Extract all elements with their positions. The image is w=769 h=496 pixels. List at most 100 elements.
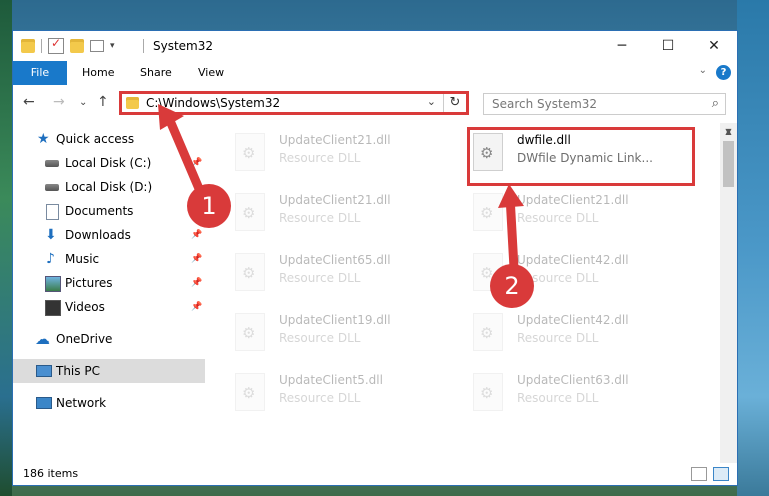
sidebar-item-label: Pictures [65,276,113,290]
search-placeholder: Search System32 [492,97,598,111]
gear-icon: ⚙ [242,264,256,282]
tab-file[interactable]: File [13,61,67,85]
file-name: UpdateClient65.dll [279,253,391,267]
document-icon [46,204,59,220]
up-button[interactable]: ↑ [97,94,109,110]
gear-icon: ⚙ [242,204,256,222]
file-type: Resource DLL [279,391,361,405]
large-icons-view-icon[interactable] [713,467,729,481]
search-icon: ⌕ [711,96,719,111]
file-item[interactable]: ⚙ UpdateClient65.dll Resource DLL [235,249,455,297]
dll-file-icon: ⚙ [473,373,503,411]
file-name: UpdateClient21.dll [279,133,391,147]
dll-file-icon: ⚙ [235,253,265,291]
tab-share[interactable]: Share [128,61,184,85]
pin-icon: 📌 [191,302,203,312]
file-type: Resource DLL [279,271,361,285]
toolbar-divider [41,39,42,53]
sidebar-item-this-pc[interactable]: This PC [13,359,205,383]
file-type: Resource DLL [279,211,361,225]
properties-icon[interactable] [48,36,64,54]
address-path[interactable]: C:\Windows\System32 [146,96,280,110]
pictures-icon [45,276,61,292]
sidebar-item-network[interactable]: Network [13,391,205,415]
folder-icon [21,39,35,53]
gear-icon: ⚙ [242,144,256,162]
sidebar-item-label: Documents [65,204,134,218]
forward-button[interactable]: → [53,94,65,110]
dll-file-icon: ⚙ [235,373,265,411]
tab-home[interactable]: Home [70,61,126,85]
sidebar-item-local-disk-c[interactable]: Local Disk (C:) 📌 [13,151,205,175]
file-name: UpdateClient42.dll [517,313,629,327]
file-name: UpdateClient21.dll [517,193,629,207]
gear-icon: ⚙ [242,324,256,342]
status-bar: 186 items [13,463,737,485]
window-title: System32 [153,39,214,53]
sidebar-item-downloads[interactable]: ⬇ Downloads 📌 [13,223,205,247]
folder-icon [126,97,139,109]
vertical-scrollbar[interactable]: ▲ ▼ [720,123,737,463]
scroll-down-icon[interactable]: ▼ [720,123,737,140]
title-bar: ▾ System32 ─ ☐ ✕ [13,31,737,61]
sidebar-item-label: Videos [65,300,105,314]
file-type: Resource DLL [517,331,599,345]
sidebar-item-music[interactable]: ♪ Music 📌 [13,247,205,271]
file-item[interactable]: ⚙ UpdateClient5.dll Resource DLL [235,369,455,417]
search-input[interactable]: Search System32 ⌕ [483,93,726,115]
gear-icon: ⚙ [480,324,494,342]
sidebar-item-label: Downloads [65,228,131,242]
pin-icon: 📌 [191,158,203,168]
dll-file-icon: ⚙ [473,193,503,231]
sidebar-item-videos[interactable]: Videos 📌 [13,295,205,319]
network-icon [36,397,52,409]
file-name: UpdateClient19.dll [279,313,391,327]
sidebar-item-quick-access[interactable]: ★ Quick access [13,127,205,151]
sidebar-item-label: This PC [56,364,100,378]
window-controls: ─ ☐ ✕ [599,31,737,61]
sidebar-item-label: Local Disk (D:) [65,180,153,194]
navigation-bar: ← → ⌄ ↑ C:\Windows\System32 ⌄ ↻ Search S… [13,85,737,121]
sidebar-item-pictures[interactable]: Pictures 📌 [13,271,205,295]
tab-view[interactable]: View [186,61,236,85]
expand-ribbon-icon[interactable]: ⌄ [699,65,707,76]
file-type: Resource DLL [517,211,599,225]
dll-file-icon: ⚙ [473,313,503,351]
navigation-pane: ★ Quick access Local Disk (C:) 📌 Local D… [13,123,205,463]
file-name: UpdateClient21.dll [279,193,391,207]
sidebar-item-local-disk-d[interactable]: Local Disk (D:) [13,175,205,199]
recent-locations-button[interactable]: ⌄ [79,97,87,108]
toolbar-dropdown-icon[interactable]: ▾ [110,41,115,51]
sidebar-item-label: Quick access [56,132,135,146]
back-button[interactable]: ← [23,94,35,110]
refresh-button[interactable]: ↻ [443,94,466,112]
computer-icon [36,365,52,377]
step-1-badge: 1 [187,184,231,228]
address-bar[interactable]: C:\Windows\System32 ⌄ ↻ [119,91,469,115]
close-button[interactable]: ✕ [691,31,737,61]
minimize-button[interactable]: ─ [599,31,645,61]
file-item[interactable]: ⚙ UpdateClient63.dll Resource DLL [473,369,693,417]
scroll-thumb[interactable] [723,141,734,187]
file-item[interactable]: ⚙ UpdateClient21.dll Resource DLL [235,129,455,177]
gear-icon: ⚙ [480,204,494,222]
maximize-button[interactable]: ☐ [645,31,691,61]
pin-icon: 📌 [191,278,203,288]
sidebar-item-onedrive[interactable]: ☁ OneDrive [13,327,205,351]
cloud-icon: ☁ [35,330,50,348]
file-item[interactable]: ⚙ UpdateClient19.dll Resource DLL [235,309,455,357]
file-item[interactable]: ⚙ UpdateClient21.dll Resource DLL [473,189,693,237]
new-folder-icon[interactable] [70,39,84,53]
help-icon[interactable]: ? [716,65,731,80]
file-item[interactable]: ⚙ UpdateClient21.dll Resource DLL [235,189,455,237]
sidebar-item-label: Network [56,396,107,410]
dll-file-icon: ⚙ [235,313,265,351]
details-view-icon[interactable] [691,467,707,481]
ribbon-tabs: File Home Share View ⌄ ? [13,61,737,86]
customize-toolbar-icon[interactable] [90,40,104,52]
sidebar-item-label: Local Disk (C:) [65,156,152,170]
sidebar-item-documents[interactable]: Documents 📌 [13,199,205,223]
file-item[interactable]: ⚙ UpdateClient42.dll Resource DLL [473,309,693,357]
disk-icon [45,184,59,191]
address-dropdown-icon[interactable]: ⌄ [427,95,436,108]
